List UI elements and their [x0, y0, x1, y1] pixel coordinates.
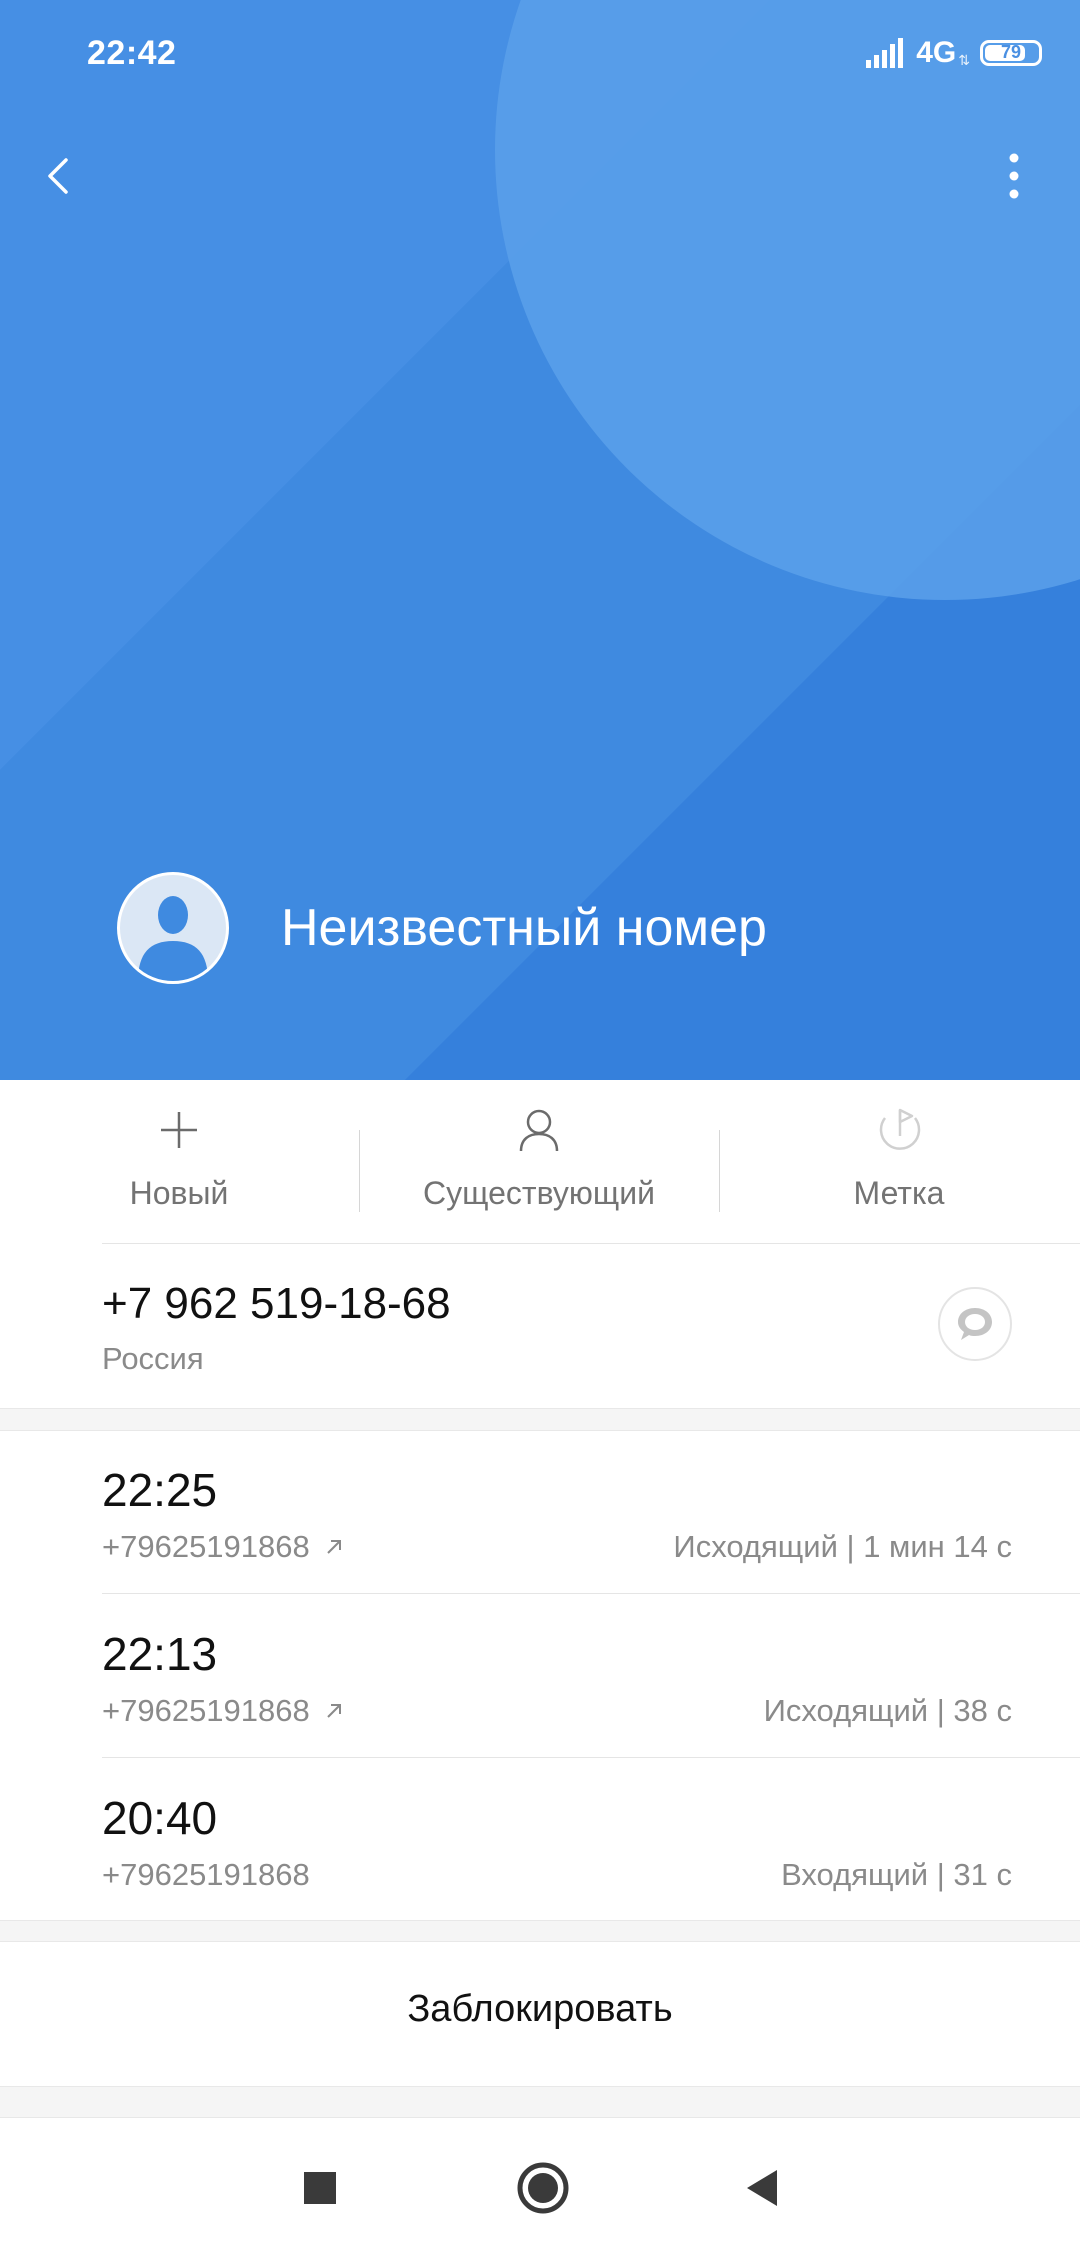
battery-icon: 79: [980, 40, 1042, 66]
section-gap: [0, 1920, 1080, 1942]
call-number: +79625191868: [102, 1857, 310, 1892]
call-time: 22:25: [102, 1464, 218, 1516]
send-message-button[interactable]: [938, 1287, 1012, 1361]
call-log-item[interactable]: 22:13 +79625191868 Исходящий | 38 с: [0, 1595, 1080, 1759]
contact-name: Неизвестный номер: [281, 899, 767, 957]
phone-region: Россия: [102, 1341, 204, 1376]
recents-button[interactable]: [290, 2158, 350, 2218]
call-number-line: +79625191868: [102, 1857, 310, 1893]
signal-icon: [866, 38, 904, 68]
new-contact-label: Новый: [129, 1175, 229, 1211]
divider: [102, 1757, 1080, 1758]
divider: [0, 1920, 1080, 1921]
plus-icon: [161, 1112, 197, 1148]
square-icon: [304, 2172, 336, 2204]
call-detail: Исходящий | 1 мин 14 с: [673, 1529, 1012, 1564]
action-divider: [359, 1130, 360, 1212]
contact-avatar: [117, 872, 229, 984]
block-row: Заблокировать: [0, 1942, 1080, 2085]
call-time: 22:13: [102, 1628, 218, 1680]
divider: [102, 1593, 1080, 1594]
existing-contact-label: Существующий: [423, 1175, 655, 1211]
back-button[interactable]: [36, 148, 86, 204]
call-number-line: +79625191868: [102, 1529, 344, 1565]
tag-label: Метка: [853, 1175, 945, 1211]
existing-contact-button[interactable]: Существующий: [369, 1080, 709, 1244]
action-divider: [719, 1130, 720, 1212]
call-number: +79625191868: [102, 1693, 310, 1728]
data-activity-icon: ⇅: [958, 51, 970, 68]
contact-header: 22:42 4G ⇅ 79 Неизвестный номер: [0, 0, 1080, 1080]
nav-back-button[interactable]: [733, 2158, 793, 2218]
call-detail: Исходящий | 38 с: [763, 1693, 1012, 1728]
triangle-back-icon: [747, 2170, 777, 2206]
more-options-button[interactable]: [990, 148, 1038, 204]
divider: [0, 1408, 1080, 1409]
section-gap: [0, 2086, 1080, 2118]
block-button[interactable]: Заблокировать: [0, 1988, 1080, 2031]
phone-number-row[interactable]: +7 962 519-18-68 Россия: [0, 1245, 1080, 1407]
person-silhouette-icon: [138, 896, 208, 981]
battery-level: 79: [1000, 42, 1022, 62]
navigation-bar: [0, 2118, 1080, 2248]
message-bubble-icon: [958, 1308, 992, 1340]
status-bar: 22:42 4G ⇅ 79: [0, 0, 1080, 110]
call-log-item[interactable]: 20:40 +79625191868 Входящий | 31 с: [0, 1759, 1080, 1923]
outgoing-arrow-icon: [327, 1540, 341, 1554]
home-button[interactable]: [513, 2158, 573, 2218]
tag-button[interactable]: Метка: [729, 1080, 1069, 1244]
section-gap: [0, 1408, 1080, 1430]
call-log-item[interactable]: 22:25 +79625191868 Исходящий | 1 мин 14 …: [0, 1431, 1080, 1595]
status-indicators: 4G ⇅ 79: [866, 36, 1042, 70]
divider: [0, 2086, 1080, 2087]
status-time: 22:42: [87, 34, 177, 72]
network-type: 4G: [916, 36, 957, 69]
divider: [102, 1243, 1080, 1244]
call-number-line: +79625191868: [102, 1693, 344, 1729]
call-number: +79625191868: [102, 1529, 310, 1564]
flag-tag-icon: [879, 1108, 921, 1150]
outgoing-arrow-icon: [327, 1704, 341, 1718]
phone-number: +7 962 519-18-68: [102, 1279, 451, 1328]
new-contact-button[interactable]: Новый: [9, 1080, 349, 1244]
contact-actions: Новый Существующий Метка: [0, 1080, 1080, 1244]
call-time: 20:40: [102, 1792, 218, 1844]
person-outline-icon: [519, 1109, 559, 1152]
call-detail: Входящий | 31 с: [781, 1857, 1012, 1892]
